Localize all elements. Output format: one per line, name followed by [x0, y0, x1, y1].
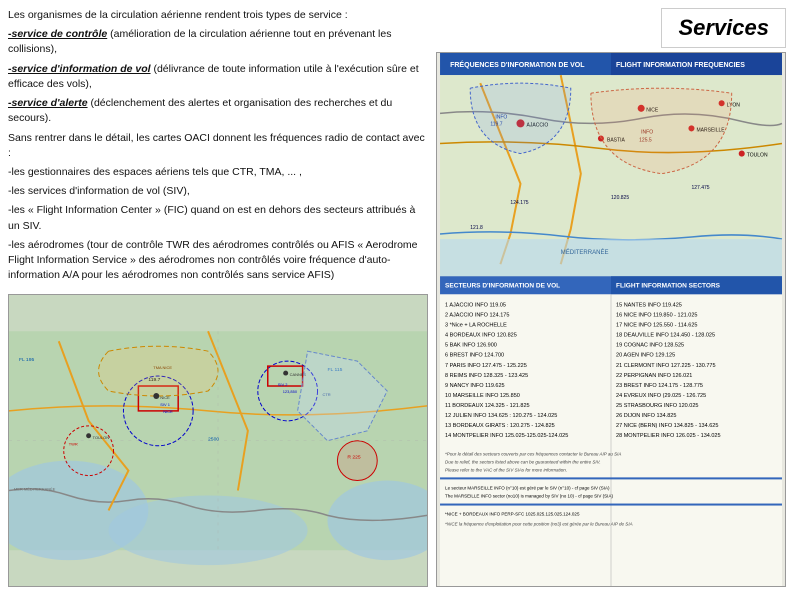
bullet1: -les gestionnaires des espaces aériens t… [8, 165, 428, 180]
svg-text:20 AGEN INFO 129.125: 20 AGEN INFO 129.125 [616, 353, 675, 359]
svg-text:8 REIMS INFO 128.325 - 123.42: 8 REIMS INFO 128.325 - 123.425 [445, 373, 528, 379]
svg-text:MER MÉDITERRANÉE: MER MÉDITERRANÉE [14, 486, 56, 491]
svg-text:1 AJACCIO INFO 119.05: 1 AJACCIO INFO 119.05 [445, 302, 506, 308]
svg-text:FLIGHT INFORMATION FREQUENCIES: FLIGHT INFORMATION FREQUENCIES [616, 62, 745, 69]
svg-text:SIV 1: SIV 1 [160, 401, 170, 406]
bullet2: -les services d'information de vol (SIV)… [8, 184, 428, 199]
svg-text:NICE: NICE [163, 408, 173, 413]
right-map: FRÉQUENCES D'INFORMATION DE VOL FLIGHT I… [436, 52, 786, 587]
service3-paragraph: -service d'alerte (déclenchement des ale… [8, 96, 428, 126]
service3-label: -service d'alerte [8, 97, 88, 109]
svg-text:121.8: 121.8 [470, 225, 483, 231]
svg-text:18 DEAUVILLE INFO 124.450 - 1: 18 DEAUVILLE INFO 124.450 - 128.025 [616, 333, 715, 339]
svg-text:13 BORDEAUX GIRATS : 120.275: 13 BORDEAUX GIRATS : 120.275 - 124.825 [445, 423, 555, 429]
svg-text:6 BREST INFO 124.700: 6 BREST INFO 124.700 [445, 353, 504, 359]
svg-text:27 NICE (BERN) INFO 134.825 -: 27 NICE (BERN) INFO 134.825 - 134.625 [616, 423, 718, 429]
svg-text:5 BAK INFO 126.900: 5 BAK INFO 126.900 [445, 343, 497, 349]
svg-text:10 MARSEILLE INFO 125.850: 10 MARSEILLE INFO 125.850 [445, 393, 520, 399]
svg-text:17 NICE INFO 125.550 - 114.62: 17 NICE INFO 125.550 - 114.625 [616, 323, 697, 329]
svg-text:23 BREST INFO 124.175 - 128.7: 23 BREST INFO 124.175 - 128.775 [616, 383, 703, 389]
svg-text:14 MONTPELIER INFO 125.025-12: 14 MONTPELIER INFO 125.025-125.025-124.0… [445, 433, 568, 439]
svg-text:NICE: NICE [160, 394, 170, 399]
svg-text:12 JULIEN INFO 134.625 : 120.: 12 JULIEN INFO 134.625 : 120.275 - 124.0… [445, 413, 557, 419]
svg-text:4 BORDEAUX INFO 120.825: 4 BORDEAUX INFO 120.825 [445, 333, 517, 339]
svg-text:125.5: 125.5 [639, 137, 652, 143]
svg-text:9 NANCY INFO 119.625: 9 NANCY INFO 119.625 [445, 383, 505, 389]
svg-text:TWR: TWR [69, 441, 78, 446]
service2-paragraph: -service d'information de vol (délivranc… [8, 62, 428, 92]
svg-text:Please refer to the VAC of the: Please refer to the VAC of the SIV SIAs … [445, 467, 567, 472]
svg-text:The MARSEILLE INFO sector (no1: The MARSEILLE INFO sector (no10) is mana… [445, 494, 613, 499]
svg-text:Due to relief, the sectors lis: Due to relief, the sectors listed above … [445, 459, 601, 464]
svg-text:INFO: INFO [495, 114, 507, 120]
bullet3: -les « Flight Information Center » (FIC)… [8, 203, 428, 233]
page-title: Services [661, 8, 786, 48]
svg-text:FRÉQUENCES D'INFORMATION DE VO: FRÉQUENCES D'INFORMATION DE VOL [450, 60, 585, 69]
intro-paragraph: Les organismes de la circulation aérienn… [8, 8, 428, 23]
svg-text:28 MONTPELIER INFO 126.025 -: 28 MONTPELIER INFO 126.025 - 134.025 [616, 433, 721, 439]
svg-text:25 STRASBOURG INFO 120.025: 25 STRASBOURG INFO 120.025 [616, 403, 698, 409]
service1-paragraph: -service de contrôle (amélioration de la… [8, 27, 428, 57]
svg-text:TMA NICE: TMA NICE [153, 365, 172, 370]
svg-text:120.825: 120.825 [611, 195, 629, 201]
svg-text:FLIGHT INFORMATION SECTORS: FLIGHT INFORMATION SECTORS [616, 282, 721, 289]
svg-text:119.7: 119.7 [490, 121, 502, 127]
svg-text:FL 195: FL 195 [19, 357, 35, 363]
svg-text:TOULON: TOULON [93, 434, 110, 439]
svg-text:*NICE la fréquence d'exploitat: *NICE la fréquence d'exploitation pour c… [445, 522, 633, 527]
svg-text:22 PERPIGNAN INFO 126.021: 22 PERPIGNAN INFO 126.021 [616, 373, 692, 379]
svg-text:*NICE + BORDEAUX INFO PERP-SFC: *NICE + BORDEAUX INFO PERP-SFC 1025.025.… [445, 512, 580, 517]
svg-text:15 NANTES INFO 119.425: 15 NANTES INFO 119.425 [616, 302, 682, 308]
svg-text:2 AJACCIO INFO 124.175: 2 AJACCIO INFO 124.175 [445, 312, 509, 318]
svg-text:*Pour le détail des secteurs c: *Pour le détail des secteurs couverts pa… [445, 451, 621, 456]
svg-text:Le secteur MARSEILLE INFO (n°1: Le secteur MARSEILLE INFO (n°10) est gér… [445, 485, 610, 490]
svg-text:INFO: INFO [641, 129, 653, 135]
svg-text:24 EVREUX INFO (29.025 - 126.: 24 EVREUX INFO (29.025 - 126.725 [616, 393, 706, 399]
svg-text:16 NICE INFO 119.850 - 121.02: 16 NICE INFO 119.850 - 121.025 [616, 312, 697, 318]
svg-text:19 COGNAC INFO 128.525: 19 COGNAC INFO 128.525 [616, 343, 684, 349]
svg-text:R 225: R 225 [347, 454, 360, 460]
para2: Sans rentrer dans le détail, les cartes … [8, 131, 428, 161]
svg-text:CTR: CTR [323, 391, 331, 396]
service2-label: -service d'information de vol [8, 63, 151, 75]
svg-text:3 *Nice + LA ROCHELLE: 3 *Nice + LA ROCHELLE [445, 323, 507, 329]
svg-text:123,850: 123,850 [283, 388, 298, 393]
svg-text:SIV 2: SIV 2 [278, 382, 288, 387]
bottom-map: 119.7 SIV 1 NICE SIV 2 123,850 TWR TMA N… [8, 294, 428, 588]
svg-text:21 CLERMONT INFO 127.225 - 13: 21 CLERMONT INFO 127.225 - 130.775 [616, 363, 716, 369]
svg-text:7 PARIS INFO 127.475 - 125.22: 7 PARIS INFO 127.475 - 125.225 [445, 363, 527, 369]
service1-label: -service de contrôle [8, 28, 107, 40]
svg-text:2500: 2500 [208, 436, 219, 442]
main-text: Les organismes de la circulation aérienn… [8, 8, 428, 288]
svg-text:MÉDITERRANÉE: MÉDITERRANÉE [561, 249, 609, 256]
svg-text:26 DIJON INFO 134.825: 26 DIJON INFO 134.825 [616, 413, 676, 419]
svg-text:127.475: 127.475 [691, 185, 709, 191]
svg-text:124.175: 124.175 [510, 200, 528, 206]
svg-text:11 BORDEAUX 124.325 - 121.825: 11 BORDEAUX 124.325 - 121.825 [445, 403, 530, 409]
bullet4: -les aérodromes (tour de contrôle TWR de… [8, 238, 428, 284]
svg-text:TOULON: TOULON [747, 153, 768, 159]
svg-text:SECTEURS D'INFORMATION DE VOL: SECTEURS D'INFORMATION DE VOL [445, 282, 560, 289]
